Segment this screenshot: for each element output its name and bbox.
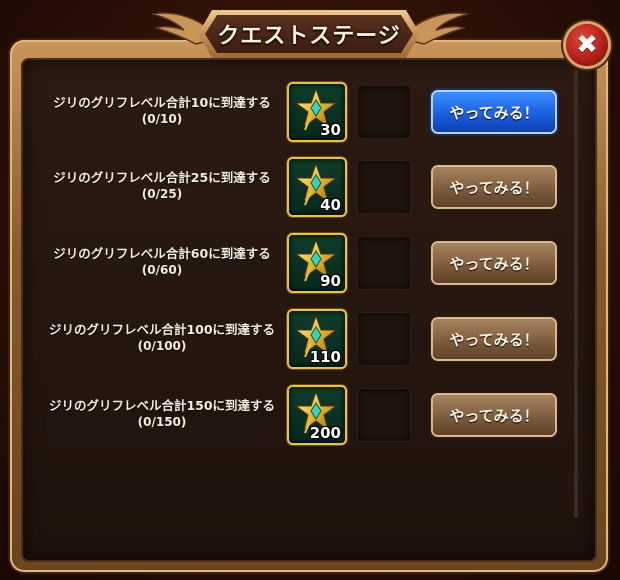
dialog-title: クエストステージ [217,24,401,49]
quest-name: ジリのグリフレベル合計10に到達する [53,95,271,110]
reward-slot[interactable]: 200 [289,387,345,443]
try-button[interactable]: やってみる！ [433,167,555,207]
try-button[interactable]: やってみる！ [433,243,555,283]
quest-row: ジリのグリフレベル合計150に到達する (0/150) 200 やってみる！ [0,385,620,445]
quest-label: ジリのグリフレベル合計25に到達する (0/25) [40,170,284,202]
title-banner: クエストステージ [205,15,413,53]
quest-name: ジリのグリフレベル合計100に到達する [48,322,276,337]
quest-name: ジリのグリフレベル合計60に到達する [53,246,271,261]
quest-progress: (0/60) [141,263,183,277]
try-button[interactable]: やってみる！ [433,395,555,435]
reward-amount: 40 [320,196,341,214]
reward-slot[interactable]: 40 [289,159,345,215]
quest-progress: (0/100) [137,339,187,353]
quest-label: ジリのグリフレベル合計100に到達する (0/100) [40,322,284,354]
empty-reward-slot [357,388,411,442]
empty-reward-slot [357,312,411,366]
quest-row: ジリのグリフレベル合計10に到達する (0/10) 30 やってみる！ [0,82,620,142]
quest-label: ジリのグリフレベル合計60に到達する (0/60) [40,246,284,278]
reward-amount: 90 [320,272,341,290]
reward-slot[interactable]: 110 [289,311,345,367]
quest-progress: (0/25) [141,187,183,201]
reward-amount: 30 [320,121,341,139]
quest-row: ジリのグリフレベル合計100に到達する (0/100) 110 やってみる！ [0,309,620,369]
try-button[interactable]: やってみる！ [433,319,555,359]
reward-slot[interactable]: 30 [289,84,345,140]
close-button[interactable]: ✖ [566,24,608,66]
quest-name: ジリのグリフレベル合計25に到達する [53,170,271,185]
empty-reward-slot [357,160,411,214]
quest-name: ジリのグリフレベル合計150に到達する [48,398,276,413]
empty-reward-slot [357,85,411,139]
reward-slot[interactable]: 90 [289,235,345,291]
close-icon: ✖ [576,30,598,60]
quest-row: ジリのグリフレベル合計60に到達する (0/60) 90 やってみる！ [0,233,620,293]
quest-progress: (0/150) [137,415,187,429]
try-button[interactable]: やってみる！ [433,92,555,132]
reward-amount: 110 [309,348,341,366]
quest-row: ジリのグリフレベル合計25に到達する (0/25) 40 やってみる！ [0,157,620,217]
quest-progress: (0/10) [141,112,183,126]
reward-amount: 200 [309,424,341,442]
quest-label: ジリのグリフレベル合計150に到達する (0/150) [40,398,284,430]
empty-reward-slot [357,236,411,290]
quest-label: ジリのグリフレベル合計10に到達する (0/10) [40,95,284,127]
